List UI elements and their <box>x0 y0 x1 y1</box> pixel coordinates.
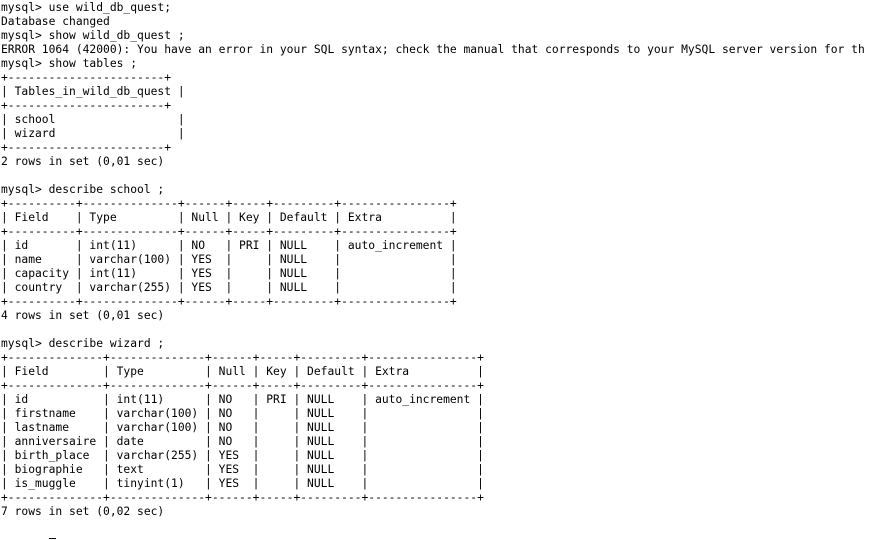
terminal-line: +--------------+--------------+------+--… <box>1 379 484 392</box>
terminal-line: 4 rows in set (0,01 sec) <box>1 309 165 322</box>
terminal-line: | is_muggle | tinyint(1) | YES | | NULL … <box>1 477 484 490</box>
terminal-line: mysql> use wild_db_quest; <box>1 1 172 14</box>
text-cursor <box>49 538 56 539</box>
terminal-line: | biographie | text | YES | | NULL | | <box>1 463 484 476</box>
terminal-line: | wizard | <box>1 127 185 140</box>
terminal-line: | capacity | int(11) | YES | | NULL | | <box>1 267 457 280</box>
terminal-line: | name | varchar(100) | YES | | NULL | | <box>1 253 457 266</box>
terminal-line: +----------+--------------+------+-----+… <box>1 197 457 210</box>
terminal-line: +--------------+--------------+------+--… <box>1 351 484 364</box>
terminal-line: | firstname | varchar(100) | NO | | NULL… <box>1 407 484 420</box>
terminal-line: ERROR 1064 (42000): You have an error in… <box>1 43 865 56</box>
terminal-line: | id | int(11) | NO | PRI | NULL | auto_… <box>1 393 484 406</box>
terminal-line: +----------+--------------+------+-----+… <box>1 225 457 238</box>
terminal-line: | country | varchar(255) | YES | | NULL … <box>1 281 457 294</box>
terminal-line: | school | <box>1 113 185 126</box>
terminal-line: | id | int(11) | NO | PRI | NULL | auto_… <box>1 239 457 252</box>
terminal-line: | Tables_in_wild_db_quest | <box>1 85 185 98</box>
terminal-line: 7 rows in set (0,02 sec) <box>1 505 165 518</box>
terminal-line: | Field | Type | Null | Key | Default | … <box>1 211 457 224</box>
terminal-line: +--------------+--------------+------+--… <box>1 491 484 504</box>
terminal-line: mysql> show tables ; <box>1 57 138 70</box>
terminal-line: | Field | Type | Null | Key | Default | … <box>1 365 484 378</box>
terminal-line: +-----------------------+ <box>1 71 172 84</box>
terminal-line: mysql> describe wizard ; <box>1 337 165 350</box>
terminal-line: | anniversaire | date | NO | | NULL | | <box>1 435 484 448</box>
terminal-line: +----------+--------------+------+-----+… <box>1 295 457 308</box>
terminal-window[interactable]: mysql> use wild_db_quest; Database change… <box>0 0 889 540</box>
terminal-line: Database changed <box>1 15 110 28</box>
terminal-line: 2 rows in set (0,01 sec) <box>1 155 165 168</box>
terminal-line: mysql> show wild_db_quest ; <box>1 29 185 42</box>
terminal-line: +-----------------------+ <box>1 141 172 154</box>
terminal-output: mysql> use wild_db_quest; Database change… <box>1 1 865 519</box>
terminal-line: | lastname | varchar(100) | NO | | NULL … <box>1 421 484 434</box>
terminal-line: +-----------------------+ <box>1 99 172 112</box>
terminal-line: | birth_place | varchar(255) | YES | | N… <box>1 449 484 462</box>
terminal-line: mysql> describe school ; <box>1 183 165 196</box>
